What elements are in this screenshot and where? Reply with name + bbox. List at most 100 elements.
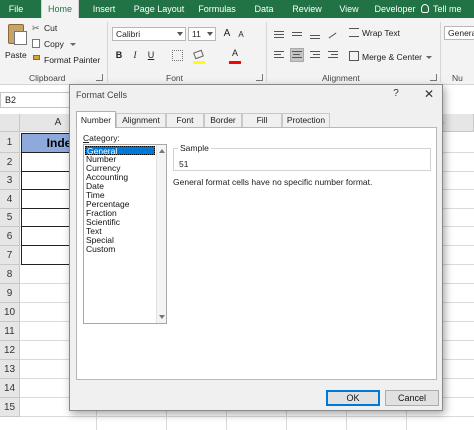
row-header-11[interactable]: 11	[0, 322, 20, 341]
font-launcher-icon[interactable]	[256, 74, 263, 81]
number-tab-panel: Category: General Number Currency Accountin…	[76, 127, 437, 380]
row-header-5[interactable]: 5	[0, 209, 20, 227]
excel-window: File Home Insert Page Layout Formulas Da…	[0, 0, 474, 430]
clipboard-group-label: Clipboard	[29, 73, 66, 83]
tab-formulas[interactable]: Formulas	[196, 0, 238, 18]
row-header-12[interactable]: 12	[0, 341, 20, 360]
number-format-combo[interactable]: General	[444, 26, 474, 40]
tab-alignment[interactable]: Alignment	[116, 113, 166, 127]
format-painter-label: Format Painter	[44, 55, 101, 65]
cut-button[interactable]: ✂ Cut	[32, 22, 72, 34]
group-divider	[440, 22, 441, 82]
select-all-corner[interactable]	[0, 114, 20, 132]
alignment-group-label: Alignment	[322, 73, 360, 83]
tab-fill[interactable]: Fill	[242, 113, 282, 127]
cancel-button[interactable]: Cancel	[385, 390, 439, 406]
align-bottom-button[interactable]	[308, 28, 322, 42]
row-header-2[interactable]: 2	[0, 153, 20, 172]
fill-color-swatch	[193, 61, 205, 64]
tab-protection[interactable]: Protection	[282, 113, 330, 127]
copy-icon	[32, 39, 40, 48]
dialog-title: Format Cells	[76, 90, 128, 100]
row-header-6[interactable]: 6	[0, 227, 20, 246]
tab-data[interactable]: Data	[252, 0, 276, 18]
font-size-combo[interactable]: 11	[188, 27, 216, 41]
font-name-combo[interactable]: Calibri	[112, 27, 186, 41]
fill-color-icon[interactable]	[193, 49, 204, 60]
tab-insert[interactable]: Insert	[88, 0, 120, 18]
chevron-down-icon	[426, 56, 432, 59]
paste-icon	[8, 24, 27, 45]
align-middle-button[interactable]	[290, 28, 304, 42]
scroll-down-icon[interactable]	[159, 315, 165, 319]
alignment-launcher-icon[interactable]	[430, 74, 437, 81]
tab-review[interactable]: Review	[291, 0, 323, 18]
borders-icon[interactable]	[172, 50, 183, 61]
ribbon-tab-bar: File Home Insert Page Layout Formulas Da…	[0, 0, 474, 18]
category-item-custom[interactable]: Custom	[86, 245, 115, 254]
underline-button[interactable]: U	[144, 48, 158, 62]
row-header-15[interactable]: 15	[0, 398, 20, 417]
grow-font-button[interactable]: A	[220, 27, 234, 41]
row-header-13[interactable]: 13	[0, 360, 20, 379]
align-top-button[interactable]	[272, 28, 286, 42]
indent-button[interactable]	[326, 48, 340, 62]
merge-center-label: Merge & Center	[362, 52, 422, 62]
align-center-button[interactable]	[290, 48, 304, 62]
align-left-button[interactable]	[272, 48, 286, 62]
scroll-up-icon[interactable]	[159, 149, 165, 153]
font-color-swatch	[229, 61, 241, 64]
tab-border[interactable]: Border	[204, 113, 242, 127]
ribbon-home: Paste ✂ Cut Copy Format Painter Clipboar…	[0, 18, 474, 85]
shrink-font-button[interactable]: A	[234, 28, 248, 42]
tab-number[interactable]: Number	[76, 111, 116, 128]
tell-me-search[interactable]: Tell me	[421, 0, 462, 18]
orientation-button[interactable]	[326, 28, 340, 42]
row-header-3[interactable]: 3	[0, 172, 20, 190]
category-label: Category:	[83, 133, 120, 143]
group-divider	[107, 22, 108, 82]
tab-developer[interactable]: Developer	[374, 0, 416, 18]
ok-button[interactable]: OK	[326, 390, 380, 406]
copy-button[interactable]: Copy	[32, 38, 78, 50]
sample-label: Sample	[178, 143, 211, 153]
sample-box	[173, 148, 431, 171]
number-format-value: General	[448, 28, 474, 38]
row-header-7[interactable]: 7	[0, 246, 20, 265]
row-header-8[interactable]: 8	[0, 265, 20, 284]
paintbrush-icon	[33, 55, 40, 60]
font-color-button[interactable]: A	[228, 46, 242, 60]
clipboard-launcher-icon[interactable]	[96, 74, 103, 81]
tab-font[interactable]: Font	[166, 113, 204, 127]
number-group-label: Nu	[452, 73, 463, 83]
row-header-1[interactable]: 1	[0, 132, 20, 153]
tab-file[interactable]: File	[4, 0, 28, 18]
row-header-10[interactable]: 10	[0, 303, 20, 322]
lightbulb-icon	[421, 4, 429, 13]
category-scrollbar[interactable]	[156, 145, 166, 323]
font-name-value: Calibri	[116, 29, 141, 39]
italic-button[interactable]: I	[128, 48, 142, 62]
sample-value: 51	[179, 159, 189, 169]
bold-button[interactable]: B	[112, 48, 126, 62]
close-icon[interactable]: ✕	[419, 85, 439, 103]
wrap-text-button[interactable]: Wrap Text	[348, 26, 418, 40]
tab-home[interactable]: Home	[41, 0, 79, 18]
wrap-text-label: Wrap Text	[362, 28, 400, 38]
paste-button[interactable]: Paste	[2, 20, 30, 68]
tab-view[interactable]: View	[337, 0, 361, 18]
wrap-text-icon	[349, 28, 359, 37]
category-list[interactable]: General Number Currency Accounting Date Time P…	[83, 144, 167, 324]
row-header-14[interactable]: 14	[0, 379, 20, 398]
format-cells-dialog: Format Cells ? ✕ Number Alignment Font B…	[69, 84, 443, 411]
tell-me-label: Tell me	[433, 4, 462, 14]
row-header-4[interactable]: 4	[0, 190, 20, 209]
merge-center-button[interactable]: Merge & Center	[348, 50, 432, 64]
name-box[interactable]: B2	[0, 92, 70, 108]
copy-label: Copy	[44, 39, 64, 49]
align-right-button[interactable]	[308, 48, 322, 62]
row-header-9[interactable]: 9	[0, 284, 20, 303]
tab-page-layout[interactable]: Page Layout	[132, 0, 186, 18]
format-painter-button[interactable]: Format Painter	[32, 54, 106, 66]
help-icon[interactable]: ?	[391, 88, 401, 99]
